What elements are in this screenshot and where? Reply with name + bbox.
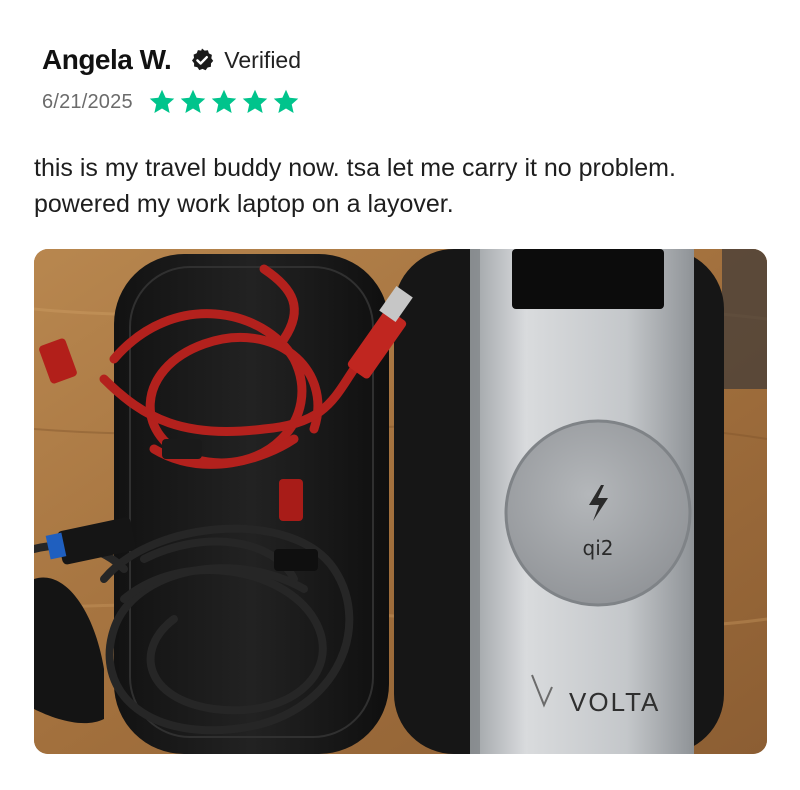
review-date: 6/21/2025: [42, 90, 133, 113]
verified-label: Verified: [224, 46, 302, 73]
verified-check-icon: [192, 48, 214, 71]
star-icon: [242, 89, 268, 113]
volta-brand-text: VOLTA: [569, 687, 660, 717]
star-rating: [147, 87, 302, 117]
verified-badge: Verified: [189, 47, 301, 74]
review-meta: 6/21/2025: [42, 86, 302, 118]
reviewer-name: Angela W.: [42, 44, 172, 75]
review-text: this is my travel buddy now. tsa let me …: [34, 154, 676, 218]
review-card: Angela W. Verified 6/21/2025 this is my …: [0, 0, 800, 790]
star-icon: [149, 89, 175, 113]
review-header: Angela W. Verified: [42, 40, 301, 80]
star-icon: [211, 89, 237, 113]
qi2-label: qi2: [583, 536, 614, 560]
review-photo[interactable]: qi2 VOLTA: [34, 249, 767, 754]
review-photo-illustration: qi2 VOLTA: [34, 249, 767, 754]
star-icon: [273, 89, 299, 113]
star-icon: [180, 89, 206, 113]
